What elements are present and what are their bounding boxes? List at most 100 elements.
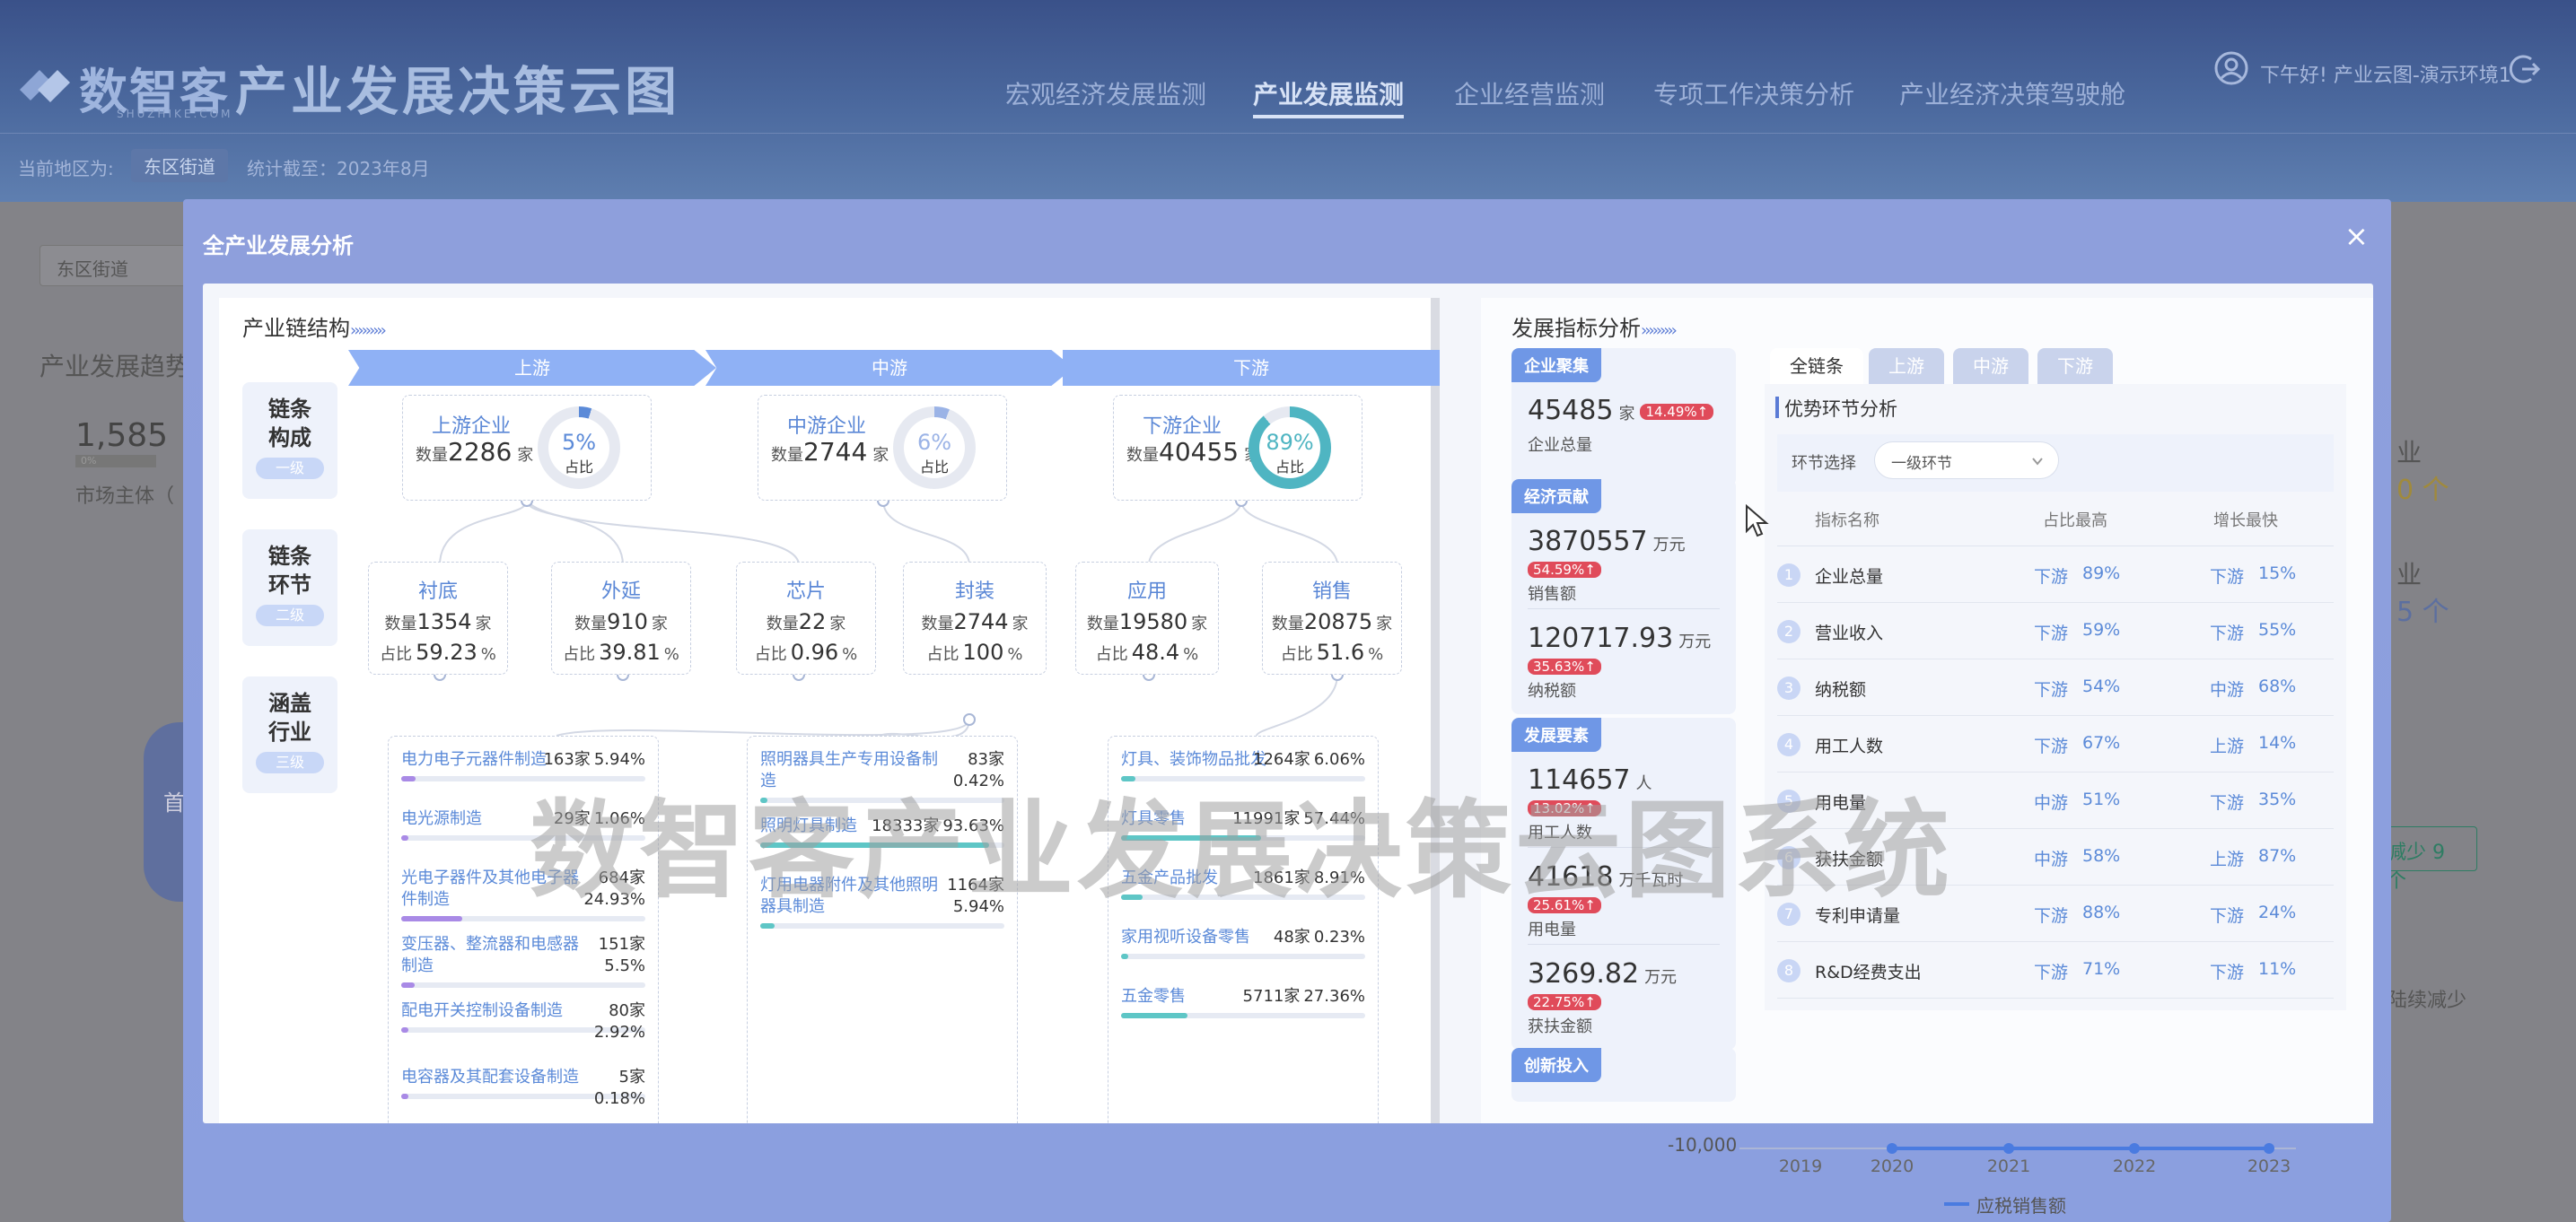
share-label: 占比 [1280,645,1313,664]
mid-node-share: 占比 48.4% [1076,640,1218,665]
top-value: 59% [2082,620,2121,640]
nav-enterprise[interactable]: 企业经营监测 [1454,75,1605,111]
growth-value: 11% [2258,959,2297,979]
mid-node-count: 数量19580 家 [1076,609,1218,634]
mid-node[interactable]: 衬底 数量1354 家占比 59.23% [368,562,508,675]
count-value: 910 [607,609,648,634]
ratio-ring: 6% 占比 [893,406,976,489]
mid-node[interactable]: 应用 数量19580 家占比 48.4% [1075,562,1219,675]
growth-stage: 上游 [2210,850,2245,869]
data-point[interactable] [1887,1143,1897,1154]
mid-node[interactable]: 封装 数量2744 家占比 100% [903,562,1047,675]
indicator-label: 获扶金额 [1528,1017,1592,1036]
mid-node[interactable]: 销售 数量20875 家占比 51.6% [1262,562,1402,675]
nav-industry[interactable]: 产业发展监测 [1253,75,1405,118]
growth-stage: 下游 [2210,963,2245,982]
top-node-name: 中游企业 [787,415,867,438]
share-value: 39.81 [599,640,661,665]
industry-count: 48家 [1273,928,1310,947]
indicator-value: 3870557 万元 [1528,526,1686,557]
industry-item[interactable]: 电容器及其配套设备制造 5家 0.18% [389,1054,658,1121]
close-icon[interactable]: × [2344,219,2369,253]
top-value: 71% [2082,959,2121,979]
indicator-number: 120717.93 [1528,623,1674,654]
top-node-name: 下游企业 [1143,415,1222,438]
table-row[interactable]: 2 营业收入 下游 59% 下游 55% [1777,604,2334,659]
side-title-3a: 涵盖 [268,691,311,716]
right-value-2: 5 个 [2396,597,2449,628]
area-selector[interactable]: 东区街道 [131,149,228,182]
indicator-value: 45485 家 14.49%↑ [1528,395,1714,426]
industry-count: 5家 [618,1068,645,1087]
stat-date: 统计截至：2023年8月 [247,158,430,179]
industry-name: 电容器及其配套设备制造 [401,1068,579,1087]
indicator-divider [1528,608,1720,609]
table-row[interactable]: 1 企业总量 下游 89% 下游 15% [1777,547,2334,603]
logo-subtext: SHUZHIKE.COM [117,108,233,120]
count-label: 数量 [384,615,417,633]
count-value: 2744 [953,609,1009,634]
industry-value: 48家 0.23% [1222,927,1365,948]
share-bar-fill [1121,1013,1188,1018]
growth-stage: 下游 [2210,906,2245,926]
ratio-pct: 89% [1266,430,1314,455]
data-point[interactable] [2129,1143,2140,1154]
industry-item[interactable]: 家用视听设备零售 48家 0.23% [1108,914,1378,973]
tab-3[interactable]: 下游 [2037,348,2113,384]
nav-special[interactable]: 专项工作决策分析 [1653,75,1854,111]
industry-item[interactable]: 其他输配电及控制设备32家 [389,1121,658,1123]
share-bar-fill [401,835,409,841]
tab-1[interactable]: 上游 [1869,348,1944,384]
industry-item[interactable]: 配电开关控制设备制造 80家 2.92% [389,988,658,1054]
top-node[interactable]: 上游企业 数量2286 家 5% 占比 [402,395,652,501]
count-value: 2286 [448,437,513,467]
indicator-card: 创新投入 [1511,1048,1736,1102]
select-label: 环节选择 [1792,454,1856,473]
table-row[interactable]: 3 纳税额 下游 54% 中游 68% [1777,660,2334,716]
count-label: 数量 [766,615,799,633]
growth-value: 24% [2258,903,2297,922]
share-bar [1121,954,1365,959]
industry-item[interactable]: 变压器、整流器和电感器制造 151家 5.5% [389,921,658,988]
nav-cockpit[interactable]: 产业经济决策驾驶舱 [1899,75,2125,111]
top-value: 89% [2082,563,2121,583]
table-row[interactable]: 8 R&D经费支出 下游 71% 下游 11% [1777,943,2334,999]
rank-badge: 8 [1777,959,1801,982]
x-tick-label: 2022 [2113,1157,2156,1176]
data-point[interactable] [2003,1143,2014,1154]
decrease-button[interactable]: 减少 9 个 [2379,826,2477,893]
ratio-label: 占比 [919,458,949,476]
logout-icon[interactable] [2508,52,2542,86]
tab-2[interactable]: 中游 [1953,348,2028,384]
rank-badge: 4 [1777,733,1801,756]
industry-item[interactable]: 五金零售 5711家 27.36% [1108,973,1378,1033]
user-icon[interactable] [2213,50,2249,86]
market-label: 市场主体（ [75,485,175,508]
side-title-1b: 构成 [268,425,311,450]
side-card-industry: 涵盖 行业 三级 [242,676,337,793]
growth-value: 35% [2258,790,2297,809]
top-node[interactable]: 下游企业数量40455家89% 占比 [1113,395,1362,501]
top-stage: 中游 [2034,850,2069,869]
ratio-pct: 5% [561,430,597,455]
tab-0[interactable]: 全链条 [1770,348,1863,384]
area-filter[interactable]: 东区街道 [39,245,201,286]
indicator-tag: 企业聚集 [1511,348,1601,382]
area-label: 当前地区为: [18,158,114,179]
dialog-title: 全产业发展分析 [203,233,354,258]
mid-node-share: 占比 39.81% [552,640,690,665]
top-node[interactable]: 中游企业 数量2744 家 6% 占比 [758,395,1007,501]
level-select[interactable]: 一级环节 [1874,441,2059,479]
share-bar-fill [1121,954,1129,959]
chain-title: 产业链结构››››››››› [242,310,387,342]
data-point[interactable] [2264,1143,2274,1154]
nav-macro[interactable]: 宏观经济发展监测 [1005,75,1206,111]
count-unit: 家 [829,615,846,633]
top-stage: 下游 [2034,567,2069,587]
industry-count: 80家 [609,1001,645,1020]
ratio-label: 占比 [1275,458,1304,476]
indicator-card: 经济贡献 3870557 万元 54.59%↑ 销售额 120717.93 万元 35.63%… [1511,479,1736,714]
right-label-2: 业 [2396,560,2423,589]
mid-node[interactable]: 外延 数量910 家占比 39.81% [551,562,691,675]
mid-node[interactable]: 芯片 数量22 家占比 0.96% [736,562,876,675]
